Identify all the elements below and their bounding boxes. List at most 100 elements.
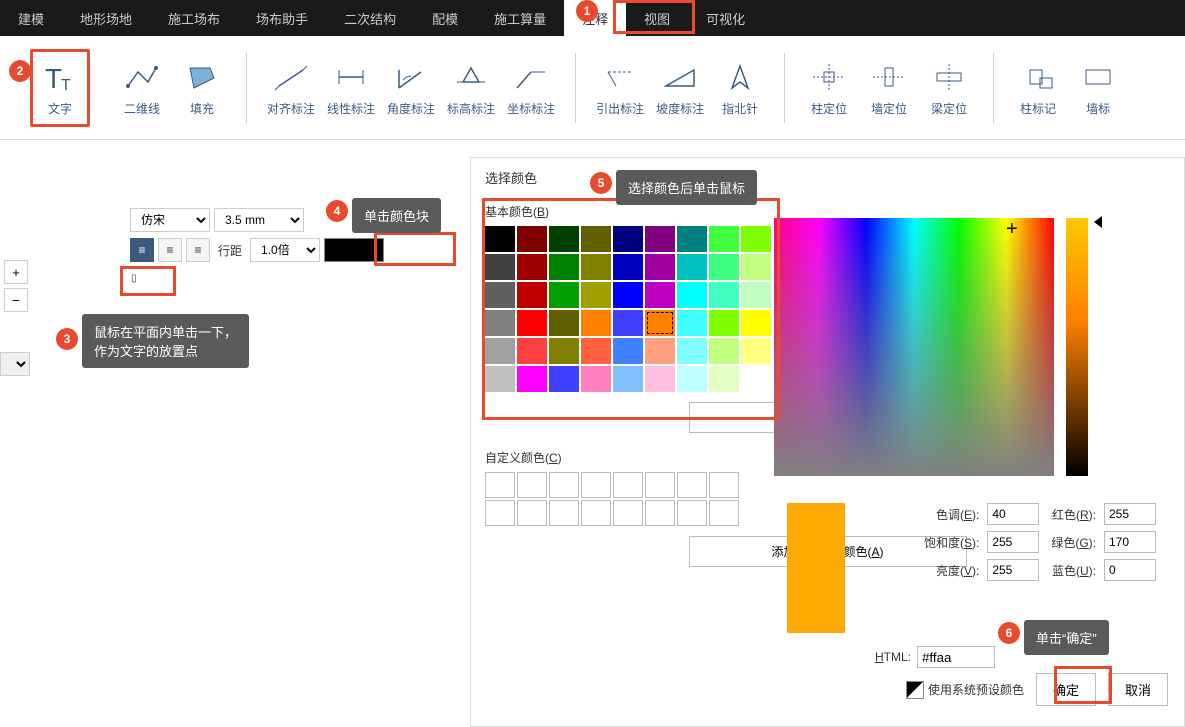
basic-color-swatch[interactable] — [517, 366, 547, 392]
tab-helper[interactable]: 场布助手 — [238, 0, 326, 36]
basic-color-swatch[interactable] — [517, 282, 547, 308]
sat-input[interactable] — [987, 531, 1039, 553]
basic-color-swatch[interactable] — [581, 226, 611, 252]
basic-color-swatch[interactable] — [517, 310, 547, 336]
align-dim-button[interactable]: 对齐标注 — [261, 49, 321, 127]
basic-color-swatch[interactable] — [741, 226, 771, 252]
text-tool-button[interactable]: TT 文字 — [30, 49, 90, 127]
beam-loc-button[interactable]: 梁定位 — [919, 49, 979, 127]
basic-color-swatch[interactable] — [613, 310, 643, 336]
basic-color-swatch[interactable] — [645, 310, 675, 336]
basic-color-swatch[interactable] — [741, 366, 771, 392]
basic-color-swatch[interactable] — [485, 310, 515, 336]
basic-color-swatch[interactable] — [709, 338, 739, 364]
basic-color-swatch[interactable] — [613, 226, 643, 252]
basic-color-swatch[interactable] — [549, 282, 579, 308]
basic-color-swatch[interactable] — [709, 366, 739, 392]
basic-color-swatch[interactable] — [581, 338, 611, 364]
custom-swatch[interactable] — [645, 472, 675, 498]
angle-dim-button[interactable]: 角度标注 — [381, 49, 441, 127]
basic-color-swatch[interactable] — [709, 282, 739, 308]
align-center-button[interactable]: ≡ — [158, 238, 182, 262]
basic-color-swatch[interactable] — [645, 338, 675, 364]
tab-terrain[interactable]: 地形场地 — [62, 0, 150, 36]
use-system-preset-button[interactable]: 使用系统预设颜色 — [906, 681, 1024, 699]
side-dropdown[interactable] — [0, 352, 30, 376]
ok-button[interactable]: 确定 — [1036, 673, 1096, 706]
linear-dim-button[interactable]: 线性标注 — [321, 49, 381, 127]
col-loc-button[interactable]: 柱定位 — [799, 49, 859, 127]
basic-color-swatch[interactable] — [645, 366, 675, 392]
luminance-slider[interactable] — [1066, 218, 1088, 476]
basic-color-swatch[interactable] — [677, 282, 707, 308]
wall-loc-button[interactable]: 墙定位 — [859, 49, 919, 127]
wall-mark-button[interactable]: 墙标 — [1068, 49, 1128, 127]
polyline-button[interactable]: 二维线 — [112, 49, 172, 127]
custom-swatch[interactable] — [581, 500, 611, 526]
leader-button[interactable]: 引出标注 — [590, 49, 650, 127]
zoom-in-button[interactable]: + — [4, 260, 28, 284]
basic-color-swatch[interactable] — [613, 366, 643, 392]
basic-color-swatch[interactable] — [677, 226, 707, 252]
basic-color-swatch[interactable] — [741, 310, 771, 336]
custom-swatch[interactable] — [677, 500, 707, 526]
basic-color-swatch[interactable] — [581, 282, 611, 308]
elev-dim-button[interactable]: 标高标注 — [441, 49, 501, 127]
custom-swatch[interactable] — [645, 500, 675, 526]
basic-color-swatch[interactable] — [741, 338, 771, 364]
tab-sitelayout[interactable]: 施工场布 — [150, 0, 238, 36]
basic-color-swatch[interactable] — [613, 254, 643, 280]
basic-color-swatch[interactable] — [709, 226, 739, 252]
basic-color-swatch[interactable] — [581, 310, 611, 336]
basic-color-swatch[interactable] — [581, 254, 611, 280]
green-input[interactable] — [1104, 531, 1156, 553]
basic-color-swatch[interactable] — [485, 282, 515, 308]
custom-swatch[interactable] — [549, 500, 579, 526]
slope-button[interactable]: 坡度标注 — [650, 49, 710, 127]
text-color-swatch[interactable] — [324, 238, 384, 262]
custom-swatch[interactable] — [485, 500, 515, 526]
basic-color-swatch[interactable] — [741, 254, 771, 280]
basic-color-swatch[interactable] — [549, 254, 579, 280]
basic-color-swatch[interactable] — [709, 310, 739, 336]
zoom-out-button[interactable]: − — [4, 288, 28, 312]
val-input[interactable] — [987, 559, 1039, 581]
tab-formwork[interactable]: 配模 — [414, 0, 476, 36]
fill-button[interactable]: 填充 — [172, 49, 232, 127]
basic-color-swatch[interactable] — [677, 254, 707, 280]
custom-swatch[interactable] — [613, 500, 643, 526]
coord-dim-button[interactable]: 坐标标注 — [501, 49, 561, 127]
basic-color-swatch[interactable] — [549, 366, 579, 392]
custom-swatch[interactable] — [709, 472, 739, 498]
basic-color-swatch[interactable] — [485, 366, 515, 392]
tab-calc[interactable]: 施工算量 — [476, 0, 564, 36]
font-select[interactable]: 仿宋 — [130, 208, 210, 232]
slider-handle-icon[interactable] — [1094, 216, 1102, 228]
hue-input[interactable] — [987, 503, 1039, 525]
col-mark-button[interactable]: 柱标记 — [1008, 49, 1068, 127]
basic-color-swatch[interactable] — [517, 338, 547, 364]
color-gradient-picker[interactable] — [774, 218, 1054, 476]
align-right-button[interactable]: ≡ — [186, 238, 210, 262]
north-button[interactable]: 指北针 — [710, 49, 770, 127]
line-spacing-select[interactable]: 1.0倍 — [250, 238, 320, 262]
font-size-select[interactable]: 3.5 mm — [214, 208, 304, 232]
basic-color-swatch[interactable] — [517, 226, 547, 252]
basic-color-swatch[interactable] — [549, 310, 579, 336]
custom-swatch[interactable] — [581, 472, 611, 498]
basic-color-swatch[interactable] — [677, 310, 707, 336]
tab-view[interactable]: 视图 — [626, 0, 688, 36]
custom-swatch[interactable] — [485, 472, 515, 498]
custom-swatch[interactable] — [613, 472, 643, 498]
custom-swatch[interactable] — [517, 472, 547, 498]
custom-swatch[interactable] — [709, 500, 739, 526]
tab-secondary[interactable]: 二次结构 — [326, 0, 414, 36]
cancel-button[interactable]: 取消 — [1108, 673, 1168, 706]
red-input[interactable] — [1104, 503, 1156, 525]
basic-color-swatch[interactable] — [485, 226, 515, 252]
tab-visualize[interactable]: 可视化 — [688, 0, 763, 36]
basic-color-swatch[interactable] — [613, 338, 643, 364]
basic-color-swatch[interactable] — [741, 282, 771, 308]
basic-color-swatch[interactable] — [645, 254, 675, 280]
basic-color-swatch[interactable] — [485, 254, 515, 280]
